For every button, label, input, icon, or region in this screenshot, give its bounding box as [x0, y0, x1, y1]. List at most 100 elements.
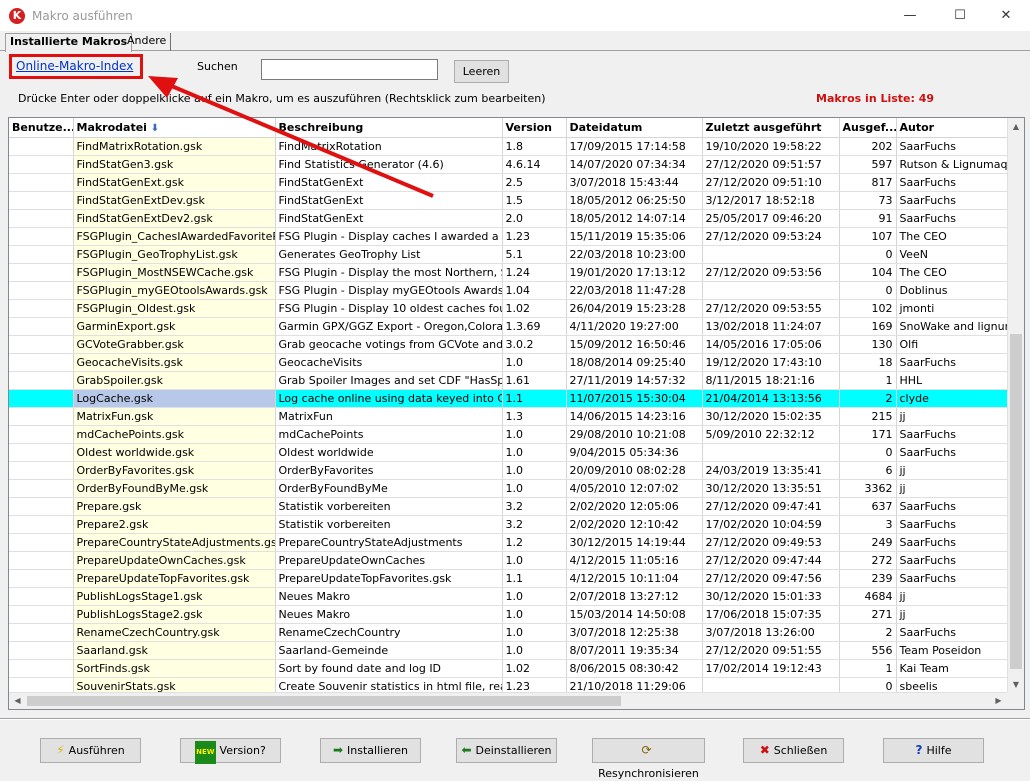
tab-other[interactable]: Andere: [123, 33, 172, 51]
column-header-file-date[interactable]: Dateidatum: [566, 118, 703, 138]
cell-last-run: 30/12/2020 15:02:35: [702, 407, 840, 426]
column-header-last-run[interactable]: Zuletzt ausgeführt: [702, 118, 840, 138]
version-button[interactable]: NEW Version?: [180, 738, 281, 764]
cell-last-run: 27/12/2020 09:53:56: [702, 263, 840, 282]
cell-file-date: 2/02/2020 12:05:06: [566, 497, 703, 516]
cell-author: SaarFuchs: [896, 209, 1008, 228]
column-header-description[interactable]: Beschreibung: [275, 118, 503, 138]
cell-user: [9, 173, 74, 192]
scroll-down-icon[interactable]: ▼: [1008, 676, 1024, 693]
cell-run-count: 4684: [839, 587, 897, 606]
table-row[interactable]: FindStatGenExt.gsk FindStatGenExt 2.5 3/07/…: [9, 173, 1008, 192]
cell-author: HHL: [896, 371, 1008, 390]
table-row[interactable]: GrabSpoiler.gsk Grab Spoiler Images and s…: [9, 371, 1008, 390]
table-row[interactable]: FindStatGenExtDev.gsk FindStatGenExt 1.5 18…: [9, 191, 1008, 210]
table-row[interactable]: GCVoteGrabber.gsk Grab geocache votings f…: [9, 335, 1008, 354]
run-button-label: Ausführen: [68, 744, 125, 757]
close-button[interactable]: ✖ Schließen: [743, 738, 844, 763]
table-row[interactable]: PublishLogsStage1.gsk Neues Makro 1.0 2/07/…: [9, 587, 1008, 606]
cell-macro-file: mdCachePoints.gsk: [73, 425, 276, 444]
cell-version: 1.0: [502, 587, 567, 606]
column-header-user[interactable]: Benutze...: [9, 118, 74, 138]
search-input[interactable]: [261, 59, 438, 80]
cell-file-date: 8/07/2011 19:35:34: [566, 641, 703, 660]
cell-user: [9, 443, 74, 462]
table-row[interactable]: RenameCzechCountry.gsk RenameCzechCountry…: [9, 623, 1008, 642]
cell-macro-file: OrderByFavorites.gsk: [73, 461, 276, 480]
column-header-author[interactable]: Autor: [896, 118, 1008, 138]
table-row[interactable]: PrepareUpdateOwnCaches.gsk PrepareUpdateO…: [9, 551, 1008, 570]
cell-author: Team Poseidon: [896, 641, 1008, 660]
table-row[interactable]: GarminExport.gsk Garmin GPX/GGZ Export - …: [9, 317, 1008, 336]
cell-description: Grab Spoiler Images and set CDF "HasSpoi…: [275, 371, 503, 390]
cell-version: 3.2: [502, 497, 567, 516]
horizontal-scroll-thumb[interactable]: [27, 696, 621, 706]
table-row[interactable]: Prepare.gsk Statistik vorbereiten 3.2 2/02/…: [9, 497, 1008, 516]
cell-last-run: 17/02/2014 19:12:43: [702, 659, 840, 678]
uninstall-button[interactable]: ⬅ Deinstallieren: [456, 738, 557, 763]
help-button[interactable]: ? Hilfe: [883, 738, 984, 763]
macro-grid[interactable]: Benutze... Makrodatei ⬇ Beschreibung Ver…: [8, 117, 1025, 710]
cell-description: PrepareUpdateTopFavorites.gsk: [275, 569, 503, 588]
table-row[interactable]: FSGPlugin_myGEOtoolsAwards.gsk FSG Plugin…: [9, 281, 1008, 300]
table-row[interactable]: Prepare2.gsk Statistik vorbereiten 3.2 2/02…: [9, 515, 1008, 534]
column-header-version[interactable]: Version: [502, 118, 567, 138]
table-row[interactable]: FSGPlugin_Oldest.gsk FSG Plugin - Display…: [9, 299, 1008, 318]
table-row[interactable]: FSGPlugin_GeoTrophyList.gsk Generates Geo…: [9, 245, 1008, 264]
cell-user: [9, 389, 74, 408]
cell-description: OrderByFoundByMe: [275, 479, 503, 498]
cell-macro-file: PrepareUpdateTopFavorites.gsk: [73, 569, 276, 588]
table-row[interactable]: MatrixFun.gsk MatrixFun 1.3 14/06/2015 14:2…: [9, 407, 1008, 426]
cell-file-date: 15/11/2019 15:35:06: [566, 227, 703, 246]
table-row[interactable]: GeocacheVisits.gsk GeocacheVisits 1.0 18/08…: [9, 353, 1008, 372]
column-header-run-count[interactable]: Ausgef...: [839, 118, 897, 138]
table-row[interactable]: FindStatGenExtDev2.gsk FindStatGenExt 2.0 1…: [9, 209, 1008, 228]
cell-user: [9, 299, 74, 318]
cell-description: FindStatGenExt: [275, 191, 503, 210]
vertical-scrollbar[interactable]: ▲ ▼: [1007, 118, 1024, 693]
maximize-button[interactable]: ☐: [940, 4, 980, 28]
column-header-macro-file[interactable]: Makrodatei ⬇: [73, 118, 276, 138]
table-body: FindMatrixRotation.gsk FindMatrixRotation…: [9, 137, 1008, 696]
cell-run-count: 6: [839, 461, 897, 480]
clear-button[interactable]: Leeren: [454, 60, 509, 83]
cell-author: SaarFuchs: [896, 173, 1008, 192]
scroll-left-icon[interactable]: ◀: [9, 693, 26, 709]
tab-installed-macros[interactable]: Installierte Makros: [5, 33, 133, 52]
table-row[interactable]: mdCachePoints.gsk mdCachePoints 1.0 29/08/2…: [9, 425, 1008, 444]
cell-last-run: 17/06/2018 15:07:35: [702, 605, 840, 624]
table-row[interactable]: FSGPlugin_MostNSEWCache.gsk FSG Plugin - …: [9, 263, 1008, 282]
scroll-right-icon[interactable]: ▶: [990, 693, 1007, 709]
cell-description: Statistik vorbereiten: [275, 515, 503, 534]
cell-last-run: 25/05/2017 09:46:20: [702, 209, 840, 228]
table-row[interactable]: OrderByFavorites.gsk OrderByFavorites 1.0 2…: [9, 461, 1008, 480]
cell-description: OrderByFavorites: [275, 461, 503, 480]
resync-button[interactable]: ⟳ Resynchronisieren: [592, 738, 705, 780]
table-row[interactable]: OrderByFoundByMe.gsk OrderByFoundByMe 1.0 4…: [9, 479, 1008, 498]
table-row[interactable]: PrepareCountryStateAdjustments.gsk Prepar…: [9, 533, 1008, 552]
table-row[interactable]: Saarland.gsk Saarland-Gemeinde 1.0 8/07/201…: [9, 641, 1008, 660]
table-row[interactable]: Oldest worldwide.gsk Oldest worldwide 1.0 9…: [9, 443, 1008, 462]
cell-run-count: 73: [839, 191, 897, 210]
install-button[interactable]: ➡ Installieren: [320, 738, 421, 763]
table-row[interactable]: FindMatrixRotation.gsk FindMatrixRotation…: [9, 137, 1008, 156]
cell-description: Garmin GPX/GGZ Export - Oregon,Colorad..…: [275, 317, 503, 336]
close-window-button[interactable]: ✕: [986, 4, 1026, 28]
horizontal-scrollbar[interactable]: ◀ ▶: [9, 692, 1007, 709]
table-row[interactable]: SortFinds.gsk Sort by found date and log …: [9, 659, 1008, 678]
cell-author: VeeN: [896, 245, 1008, 264]
run-button[interactable]: ⚡ Ausführen: [40, 738, 141, 763]
table-row[interactable]: LogCache.gsk Log cache online using data …: [9, 389, 1008, 408]
table-row[interactable]: PrepareUpdateTopFavorites.gsk PrepareUpda…: [9, 569, 1008, 588]
cell-description: GeocacheVisits: [275, 353, 503, 372]
table-row[interactable]: FindStatGen3.gsk Find Statistics Generato…: [9, 155, 1008, 174]
scroll-up-icon[interactable]: ▲: [1008, 118, 1024, 135]
cell-last-run: 14/05/2016 17:05:06: [702, 335, 840, 354]
table-row[interactable]: PublishLogsStage2.gsk Neues Makro 1.0 15/03…: [9, 605, 1008, 624]
cell-run-count: 2: [839, 623, 897, 642]
sync-icon: ⟳: [641, 743, 652, 757]
vertical-scroll-thumb[interactable]: [1010, 334, 1022, 669]
cell-run-count: 91: [839, 209, 897, 228]
table-row[interactable]: FSGPlugin_CachesIAwardedFavoriteP... FSG …: [9, 227, 1008, 246]
minimize-button[interactable]: —: [890, 4, 930, 28]
